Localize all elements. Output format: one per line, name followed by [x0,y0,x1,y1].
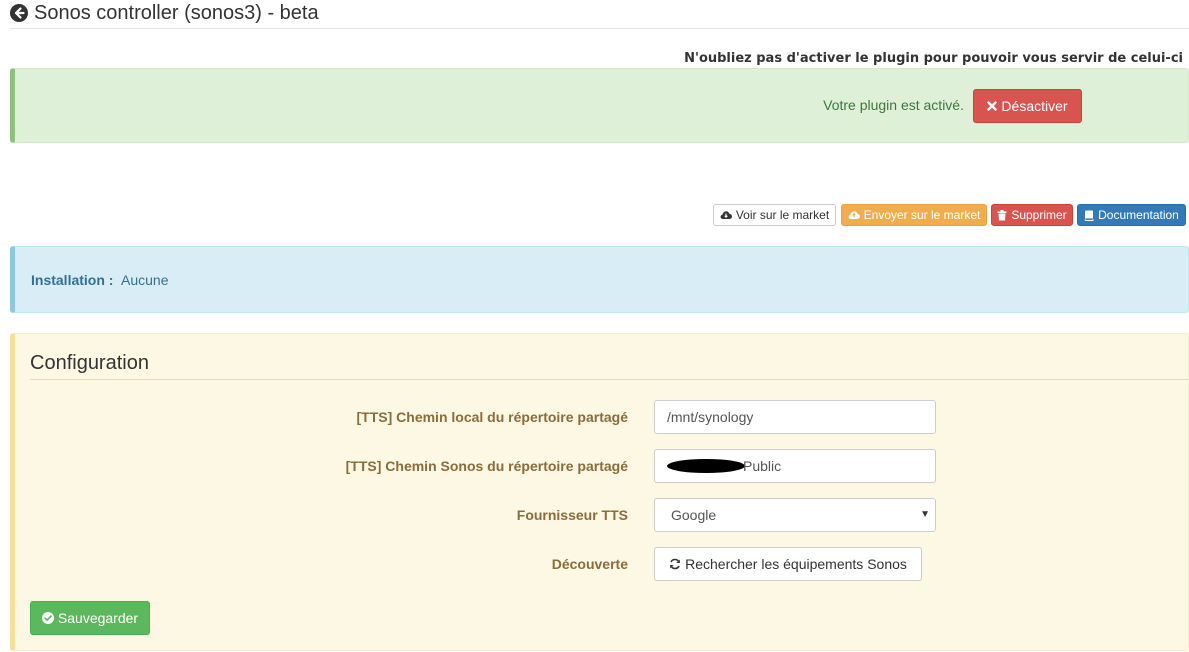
installation-label: Installation : [31,272,114,288]
tts-local-path-label: [TTS] Chemin local du répertoire partagé [356,409,629,425]
book-icon [1084,210,1094,221]
tts-sonos-path-label: [TTS] Chemin Sonos du répertoire partagé [345,458,628,474]
configuration-panel: Configuration [TTS] Chemin local du répe… [10,333,1189,651]
documentation-label: Documentation [1098,208,1179,222]
discover-sonos-button[interactable]: Rechercher les équipements Sonos [654,547,922,581]
save-label: Sauvegarder [57,610,139,626]
arrow-circle-left-icon[interactable] [10,4,28,22]
market-view-label: Voir sur le market [735,208,830,222]
plugin-status-text: Votre plugin est activé. [823,97,964,113]
tts-provider-label: Fournisseur TTS [516,507,628,523]
times-icon [987,101,998,111]
documentation-button[interactable]: Documentation [1077,204,1186,226]
market-send-label: Envoyer sur le market [863,208,981,222]
discover-sonos-label: Rechercher les équipements Sonos [685,556,907,572]
deactivate-button[interactable]: Désactiver [973,89,1082,123]
tts-sonos-path-value: Public [743,458,782,474]
save-button[interactable]: Sauvegarder [30,601,150,635]
discovery-label: Découverte [551,556,628,572]
tts-local-path-value: /mnt/synology [667,409,754,425]
cloud-download-icon [720,210,732,220]
refresh-icon [669,558,681,570]
configuration-divider [30,379,1188,380]
configuration-title: Configuration [30,352,149,374]
installation-value: Aucune [121,272,169,288]
tts-provider-select[interactable]: Google ▼ [654,498,936,532]
page-title: Sonos controller (sonos3) - beta [34,2,319,24]
check-circle-icon [41,612,54,624]
tts-provider-value: Google [671,507,717,523]
tts-local-path-input[interactable]: /mnt/synology [654,400,936,434]
activation-alert: Votre plugin est activé. Désactiver [10,68,1189,143]
trash-icon [997,209,1007,221]
activation-warning: N'oubliez pas d'activer le plugin pour p… [684,51,1183,66]
tts-sonos-path-input[interactable]: Public [654,449,936,483]
page-header: Sonos controller (sonos3) - beta [10,0,1189,29]
cloud-upload-icon [848,210,860,220]
delete-label: Supprimer [1011,208,1067,222]
deactivate-label: Désactiver [1001,98,1068,114]
market-view-button[interactable]: Voir sur le market [713,204,836,226]
market-send-button[interactable]: Envoyer sur le market [841,204,987,226]
installation-alert: Installation : Aucune [10,246,1189,313]
delete-button[interactable]: Supprimer [991,204,1073,226]
redacted-mark [667,459,745,473]
caret-down-icon: ▼ [920,509,930,520]
